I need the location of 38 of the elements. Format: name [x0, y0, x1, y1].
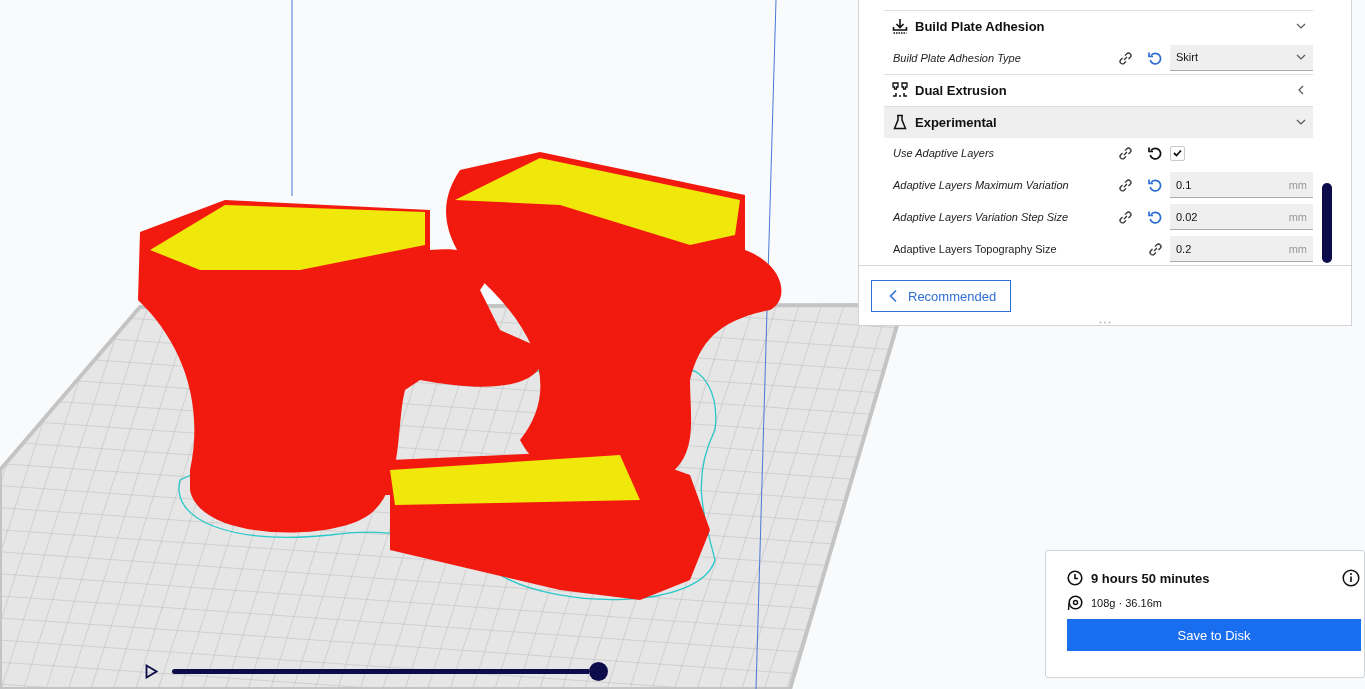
category-title: Experimental: [915, 114, 998, 130]
checkmark-icon: [1173, 149, 1182, 158]
link-icon[interactable]: [1117, 145, 1133, 162]
spool-icon: [1067, 595, 1083, 611]
save-to-disk-button[interactable]: Save to Disk: [1067, 619, 1361, 651]
setting-label: Adaptive Layers Topography Size: [893, 243, 1058, 256]
category-title: Build Plate Adhesion: [915, 18, 1046, 34]
chevron-left-icon: [888, 289, 898, 303]
scrollbar[interactable]: [1322, 183, 1332, 263]
link-icon[interactable]: [1147, 241, 1163, 258]
recommended-button[interactable]: Recommended: [871, 280, 1012, 312]
tray-download-icon: [892, 18, 908, 35]
print-time: 9 hours 50 minutes: [1091, 570, 1211, 586]
resize-handle-icon[interactable]: [1099, 321, 1111, 324]
flask-icon: [892, 114, 908, 131]
link-icon[interactable]: [1117, 209, 1133, 226]
number-field[interactable]: 0.2 mm: [1170, 236, 1313, 263]
setting-label: Use Adaptive Layers: [893, 147, 996, 160]
setting-label: Adaptive Layers Variation Step Size: [893, 211, 1070, 224]
clock-icon: [1067, 570, 1083, 586]
settings-category[interactable]: Dual Extrusion: [884, 73, 1313, 106]
link-icon[interactable]: [1117, 177, 1133, 194]
slider-track[interactable]: [172, 669, 589, 674]
settings-category[interactable]: Experimental: [884, 105, 1313, 138]
setting-label: Build Plate Adhesion Type: [893, 51, 1022, 64]
material-usage: 108g · 36.16m: [1091, 597, 1162, 609]
number-field[interactable]: 0.1 mm: [1170, 172, 1313, 199]
reset-icon[interactable]: [1147, 145, 1163, 162]
settings-category[interactable]: Build Plate Adhesion: [884, 10, 1313, 42]
number-field[interactable]: 0.02 mm: [1170, 204, 1313, 231]
category-title: Dual Extrusion: [915, 82, 1008, 98]
dropdown-field[interactable]: Skirt: [1170, 44, 1313, 71]
nozzles-icon: [892, 82, 908, 99]
link-icon[interactable]: [1117, 49, 1133, 66]
play-button[interactable]: [145, 664, 158, 679]
info-icon[interactable]: [1342, 569, 1360, 587]
checkbox[interactable]: [1170, 145, 1185, 161]
setting-label: Adaptive Layers Maximum Variation: [893, 179, 1070, 192]
